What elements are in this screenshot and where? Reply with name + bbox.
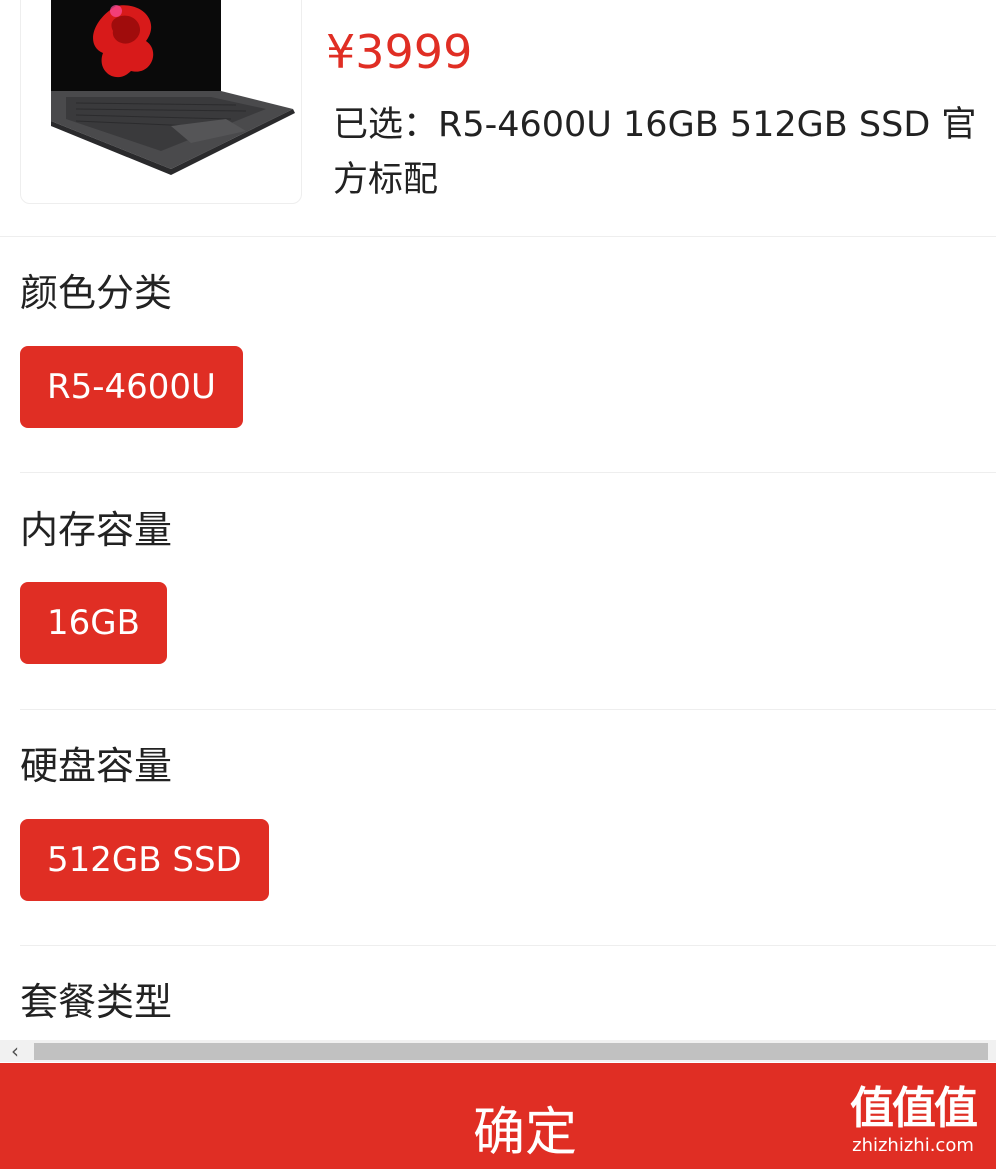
sku-selector-sheet: ¥3999 已选：R5-4600U 16GB 512GB SSD 官方标配 颜色… (0, 0, 996, 1169)
scroll-left-arrow-icon[interactable]: ‹ (0, 1040, 30, 1062)
section-divider (20, 472, 996, 473)
selected-spec-value: 已选：R5-4600U 16GB 512GB SSD 官方标配 (333, 105, 977, 200)
product-price: ¥3999 (326, 25, 473, 79)
confirm-button[interactable]: 确定 值值值 zhizhizhi.com (0, 1063, 996, 1169)
section-title-package: 套餐类型 (20, 980, 173, 1024)
option-chip-r5-4600u[interactable]: R5-4600U (20, 346, 243, 428)
section-divider (20, 709, 996, 710)
scrollbar-thumb[interactable] (34, 1043, 988, 1060)
section-title-memory: 内存容量 (20, 508, 173, 552)
option-chip-512gb-ssd[interactable]: 512GB SSD (20, 819, 269, 901)
watermark: 值值值 zhizhizhi.com (838, 1083, 988, 1157)
section-divider (20, 945, 996, 946)
watermark-logo: 值值值 (850, 1083, 978, 1134)
section-title-storage: 硬盘容量 (20, 744, 173, 788)
option-chip-16gb[interactable]: 16GB (20, 582, 167, 664)
product-image (20, 0, 302, 204)
laptop-image-icon (51, 0, 295, 175)
selected-spec-text: 已选：R5-4600U 16GB 512GB SSD 官方标配 (333, 98, 996, 208)
horizontal-scrollbar[interactable]: ‹ (0, 1040, 996, 1062)
header-divider (0, 236, 996, 237)
watermark-url: zhizhizhi.com (852, 1135, 974, 1156)
section-title-color: 颜色分类 (20, 271, 173, 315)
